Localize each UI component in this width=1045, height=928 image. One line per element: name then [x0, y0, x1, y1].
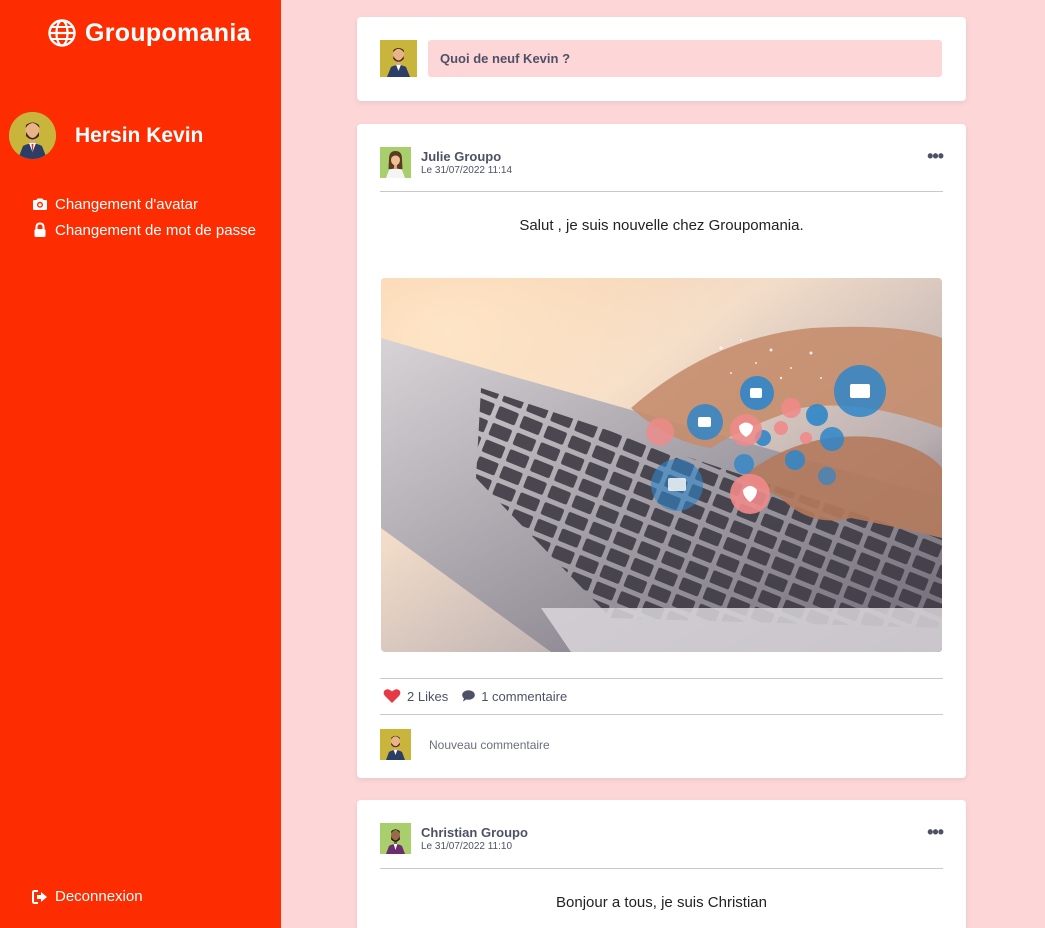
comment-icon	[462, 690, 476, 702]
logout-label: Deconnexion	[55, 888, 143, 905]
man-avatar-icon	[380, 729, 411, 760]
laptop-likes-photo	[381, 278, 942, 652]
man-avatar-icon	[9, 112, 56, 159]
post-composer: Quoi de neuf Kevin ?	[357, 17, 966, 101]
sidebar-item-change-password[interactable]: Changement de mot de passe	[32, 217, 256, 243]
post-header: Julie Groupo Le 31/07/2022 11:14	[380, 147, 512, 178]
logout-button[interactable]: Deconnexion	[32, 888, 143, 905]
brand-name: Groupomania	[85, 18, 251, 47]
post-date: Le 31/07/2022 11:14	[421, 164, 513, 176]
divider	[380, 678, 943, 679]
post-image	[381, 278, 942, 652]
post-card: Christian Groupo Le 31/07/2022 11:10 •••…	[357, 800, 966, 928]
sidebar: Groupomania Hersin Kevin Changement d'av…	[0, 0, 281, 928]
post-date: Le 31/07/2022 11:10	[421, 840, 513, 852]
avatar[interactable]	[380, 147, 411, 178]
new-comment: Nouveau commentaire	[380, 729, 550, 760]
comments-count: 1 commentaire	[481, 688, 568, 704]
more-options-button[interactable]: •••	[927, 822, 944, 843]
comments-toggle[interactable]: 1 commentaire	[462, 689, 567, 704]
divider	[380, 714, 943, 715]
new-comment-input[interactable]: Nouveau commentaire	[429, 738, 550, 752]
post-card: Julie Groupo Le 31/07/2022 11:14 ••• Sal…	[357, 124, 966, 778]
post-author[interactable]: Christian Groupo	[421, 825, 528, 840]
post-reactions: 2 Likes 1 commentaire	[383, 688, 581, 704]
heart-icon	[383, 689, 401, 703]
sidebar-menu: Changement d'avatar Changement de mot de…	[32, 191, 256, 243]
sign-out-icon	[32, 889, 47, 904]
divider	[380, 191, 943, 192]
globe-icon	[48, 19, 76, 47]
likes-count: 2 Likes	[407, 688, 449, 704]
profile-name: Hersin Kevin	[75, 123, 204, 147]
sidebar-item-label: Changement d'avatar	[55, 195, 198, 213]
woman-avatar-icon	[380, 147, 411, 178]
avatar	[380, 40, 417, 77]
avatar	[380, 729, 411, 760]
post-text: Salut , je suis nouvelle chez Groupomani…	[519, 217, 804, 234]
avatar[interactable]	[9, 112, 56, 159]
new-post-input[interactable]: Quoi de neuf Kevin ?	[428, 40, 942, 77]
post-text: Bonjour a tous, je suis Christian	[556, 894, 767, 911]
post-meta: Julie Groupo Le 31/07/2022 11:14	[421, 149, 512, 177]
post-header: Christian Groupo Le 31/07/2022 11:10	[380, 823, 528, 854]
camera-icon	[33, 198, 47, 210]
sidebar-item-label: Changement de mot de passe	[55, 221, 256, 239]
like-button[interactable]: 2 Likes	[383, 688, 448, 704]
man-avatar-icon	[380, 40, 417, 77]
divider	[380, 868, 943, 869]
more-options-button[interactable]: •••	[927, 146, 944, 167]
post-meta: Christian Groupo Le 31/07/2022 11:10	[421, 825, 528, 853]
sidebar-item-change-avatar[interactable]: Changement d'avatar	[32, 191, 256, 217]
avatar[interactable]	[380, 823, 411, 854]
post-author[interactable]: Julie Groupo	[421, 149, 512, 164]
brand-logo[interactable]: Groupomania	[47, 18, 251, 48]
lock-icon	[34, 222, 46, 237]
user-profile: Hersin Kevin	[9, 112, 203, 159]
man-avatar-icon	[380, 823, 411, 854]
